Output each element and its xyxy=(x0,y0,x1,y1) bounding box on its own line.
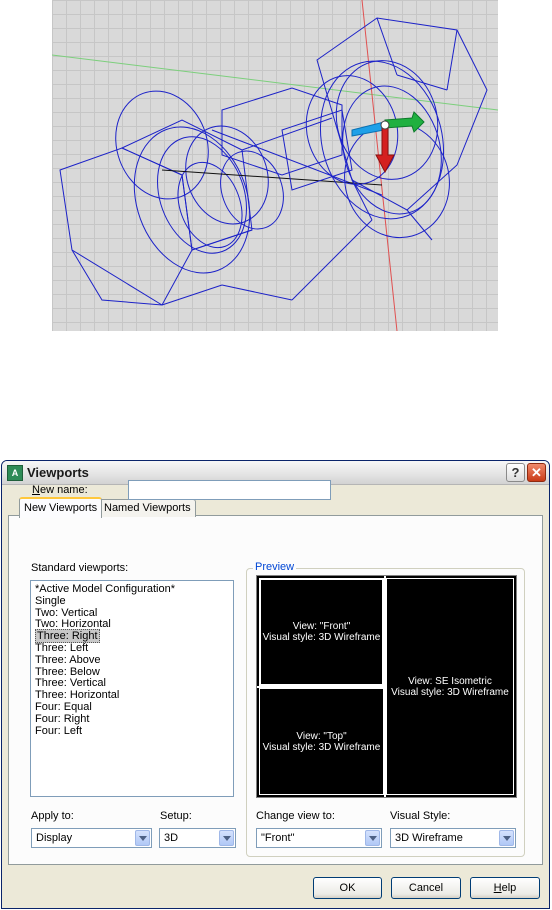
preview-panel: View: "Front" Visual style: 3D Wireframe… xyxy=(256,575,517,798)
ucs-gizmo-icon[interactable] xyxy=(351,111,425,174)
preview-viewport-top[interactable]: View: "Top" Visual style: 3D Wireframe xyxy=(259,688,384,795)
title-help-button[interactable]: ? xyxy=(506,463,525,482)
iso-style-label: Visual style: 3D Wireframe xyxy=(391,686,509,698)
cad-wireframe-viewport[interactable] xyxy=(52,0,498,331)
standard-viewports-list[interactable]: *Active Model Configuration* Single Two: V… xyxy=(30,580,234,797)
list-item-label: Three: Horizontal xyxy=(35,689,120,702)
iso-view-label: View: SE Isometric xyxy=(408,675,492,687)
close-button[interactable]: ✕ xyxy=(527,463,546,482)
apply-to-value: Display xyxy=(36,832,73,844)
ok-button[interactable]: OK xyxy=(313,877,382,899)
setup-label: Setup: xyxy=(160,810,192,822)
wireframe-drawing xyxy=(52,0,498,331)
front-style-label: Visual style: 3D Wireframe xyxy=(262,632,381,643)
top-style-label: Visual style: 3D Wireframe xyxy=(262,741,381,753)
apply-to-label: Apply to: xyxy=(31,810,74,822)
red-axis-line xyxy=(361,0,398,331)
list-item-label: Two: Vertical xyxy=(35,606,98,619)
list-item-label: Four: Right xyxy=(35,712,90,725)
new-name-label: New name: xyxy=(32,484,88,496)
autocad-app-icon: A xyxy=(7,465,23,481)
help-button[interactable]: Help xyxy=(470,877,540,899)
change-view-to-value: "Front" xyxy=(261,832,295,844)
left-hex-face xyxy=(120,119,253,251)
visual-style-select[interactable]: 3D Wireframe xyxy=(390,828,516,848)
dialog-title: Viewports xyxy=(27,465,89,480)
tab-new-viewports[interactable]: New Viewports xyxy=(19,497,103,518)
chevron-down-icon[interactable] xyxy=(365,830,380,846)
chevron-down-icon[interactable] xyxy=(219,830,234,846)
visual-style-value: 3D Wireframe xyxy=(395,832,463,844)
change-view-to-label: Change view to: xyxy=(256,810,335,822)
cancel-button[interactable]: Cancel xyxy=(391,877,461,899)
front-view-label: View: "Front" xyxy=(292,621,351,632)
chevron-down-icon[interactable] xyxy=(135,830,150,846)
top-view-label: View: "Top" xyxy=(296,730,347,742)
setup-select[interactable]: 3D xyxy=(159,828,236,848)
setup-value: 3D xyxy=(164,832,179,844)
standard-viewports-label: Standard viewports: xyxy=(31,562,129,574)
list-item-label: Three: Above xyxy=(35,653,101,666)
apply-to-select[interactable]: Display xyxy=(31,828,152,848)
list-item-label: Single xyxy=(35,594,66,607)
preview-viewport-iso[interactable]: View: SE Isometric Visual style: 3D Wire… xyxy=(386,578,514,795)
preview-viewport-front[interactable]: View: "Front" Visual style: 3D Wireframe xyxy=(259,578,384,686)
list-item-label: Four: Equal xyxy=(35,700,92,713)
visual-style-label: Visual Style: xyxy=(390,810,451,822)
change-view-to-select[interactable]: "Front" xyxy=(256,828,382,848)
new-name-input[interactable] xyxy=(128,480,331,500)
list-item-label: Three: Left xyxy=(35,641,89,654)
new-name-label-text: ew name: xyxy=(39,484,88,496)
tab-named-viewports[interactable]: Named Viewports xyxy=(99,499,196,517)
list-item-label: Three: Vertical xyxy=(35,677,106,690)
list-item[interactable]: Four: Left xyxy=(35,724,233,738)
list-item-label: Four: Left xyxy=(35,724,83,737)
preview-legend: Preview xyxy=(253,561,297,573)
left-hex-nut xyxy=(59,147,193,306)
list-item-label: *Active Model Configuration* xyxy=(35,583,176,595)
chevron-down-icon[interactable] xyxy=(499,830,514,846)
list-item-label: Three: Below xyxy=(35,665,100,678)
